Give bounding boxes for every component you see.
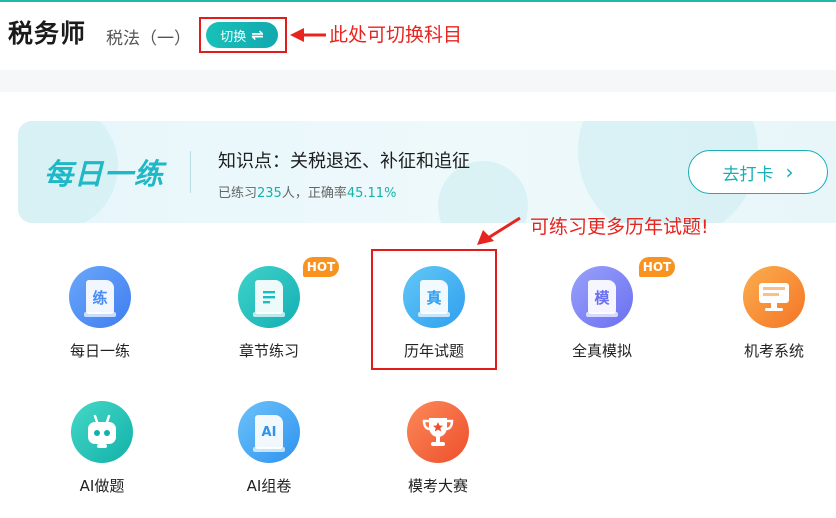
switch-label: 切换	[220, 29, 247, 45]
feature-label: AI做题	[79, 477, 125, 495]
ai-doc-icon: AI	[238, 401, 300, 463]
daily-practice-logo: 每日一练	[44, 157, 165, 191]
page-title: 税务师	[8, 19, 87, 48]
annotation-past-exams-text: 可练习更多历年试题!	[530, 216, 709, 238]
feature-mock-exam[interactable]: 模 全真模拟	[547, 266, 657, 361]
feature-label: 模考大赛	[407, 477, 468, 495]
daily-practice-card[interactable]: 每日一练 知识点：关税退还、补征和追征 已练习235人，正确率45.11% 去打…	[18, 121, 836, 223]
subject-label: 税法（一）	[106, 29, 191, 49]
computer-monitor-icon	[743, 266, 805, 328]
accuracy-rate: 45.11%	[346, 186, 397, 201]
switch-subject-button[interactable]: 切换 ⇌	[206, 22, 278, 48]
feature-mock-contest[interactable]: 模考大赛	[383, 401, 493, 496]
stats-mid: 人，正确率	[281, 186, 347, 201]
feature-chapter-practice[interactable]: 章节练习	[214, 266, 324, 361]
hot-badge: HOT	[639, 257, 675, 277]
doc-glyph: 练	[84, 280, 116, 317]
section-divider	[0, 70, 836, 92]
swap-arrows-icon: ⇌	[251, 25, 264, 44]
checkin-label: 去打卡	[722, 164, 774, 185]
feature-label: 机考系统	[743, 342, 804, 360]
chevron-right-icon: ›	[785, 160, 794, 184]
practice-doc-icon: 练	[69, 266, 131, 328]
practiced-count: 235	[257, 186, 282, 201]
feature-daily-practice[interactable]: 练 每日一练	[45, 266, 155, 361]
feature-label: AI组卷	[246, 477, 292, 495]
annotation-arrow-1	[290, 28, 326, 42]
divider	[190, 151, 191, 193]
feature-ai-paper[interactable]: AI AI组卷	[214, 401, 324, 496]
stats-prefix: 已练习	[218, 186, 258, 201]
annotation-box-past-exams	[371, 249, 497, 370]
annotation-arrow-2	[477, 216, 521, 245]
doc-glyph: 模	[586, 280, 618, 317]
checkin-button[interactable]: 去打卡 ›	[688, 150, 828, 194]
mock-exam-doc-icon: 模	[571, 266, 633, 328]
feature-label: 每日一练	[69, 342, 130, 360]
feature-label: 全真模拟	[571, 342, 632, 360]
annotation-switch-text: 此处可切换科目	[329, 24, 463, 46]
doc-glyph: AI	[253, 415, 285, 452]
chapter-doc-icon	[238, 266, 300, 328]
hot-badge: HOT	[303, 257, 339, 277]
feature-computer-exam[interactable]: 机考系统	[719, 266, 829, 361]
practice-stats: 已练习235人，正确率45.11%	[218, 182, 396, 201]
feature-label: 章节练习	[238, 342, 299, 360]
doc-lines	[253, 280, 285, 317]
robot-icon	[71, 401, 133, 463]
feature-ai-practice[interactable]: AI做题	[47, 401, 157, 496]
trophy-icon	[407, 401, 469, 463]
knowledge-point-text: 知识点：关税退还、补征和追征	[218, 151, 470, 172]
